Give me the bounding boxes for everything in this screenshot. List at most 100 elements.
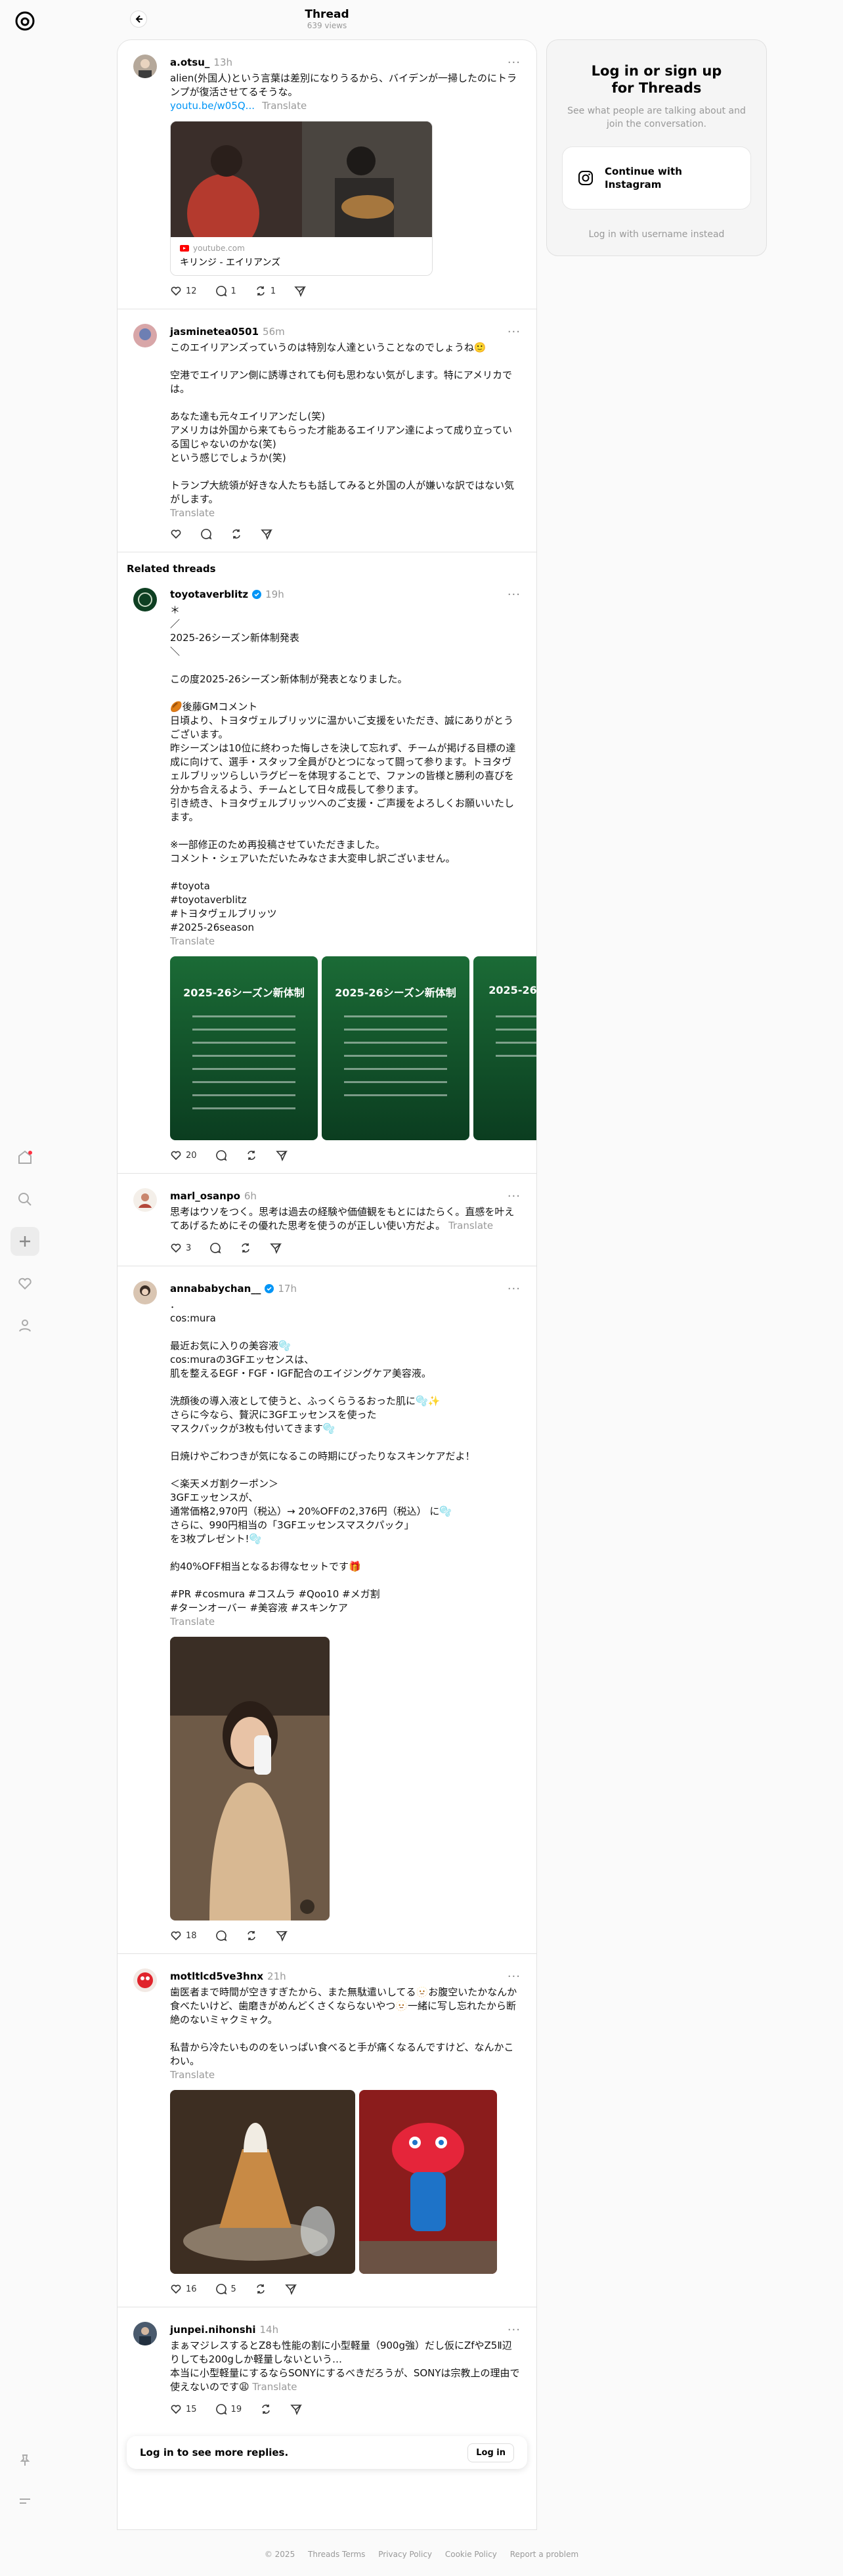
heart-icon [170, 2283, 182, 2295]
like-button[interactable]: 12 [170, 285, 197, 297]
search-icon[interactable] [11, 1185, 39, 1214]
repost-button[interactable]: 1 [255, 285, 276, 297]
avatar[interactable] [133, 1188, 157, 1212]
repost-button[interactable] [246, 1149, 257, 1161]
post-text: このエイリアンズっていうのは特別な人達ということなのでしょうね🙂 空港でエイリア… [170, 342, 515, 505]
translate-link[interactable]: Translate [170, 935, 215, 947]
repost-button[interactable] [246, 1930, 257, 1942]
reply-button[interactable]: 5 [215, 2283, 236, 2295]
timestamp[interactable]: 6h [244, 1190, 257, 1202]
menu-icon[interactable] [11, 2487, 39, 2516]
post-actions: 3 [170, 1241, 521, 1255]
footer-cookie-link[interactable]: Cookie Policy [445, 2550, 497, 2559]
login-username-link[interactable]: Log in with username instead [547, 229, 766, 240]
image-gallery[interactable] [170, 2090, 521, 2274]
avatar[interactable] [133, 2322, 157, 2345]
username[interactable]: motltlcd5ve3hnx [170, 1970, 263, 1982]
more-icon[interactable]: ··· [508, 1970, 521, 1984]
like-button[interactable]: 3 [170, 1242, 191, 1254]
footer-report-link[interactable]: Report a problem [510, 2550, 578, 2559]
reply-button[interactable] [215, 1930, 227, 1942]
share-button[interactable] [290, 2403, 303, 2415]
translate-link[interactable]: Translate [448, 1220, 493, 1232]
slide-title: 2025-26 [488, 984, 537, 996]
gallery-image[interactable]: 2025-26 [473, 956, 537, 1140]
repost-count: 1 [270, 286, 276, 296]
reply-button[interactable] [200, 528, 212, 540]
more-icon[interactable]: ··· [508, 2323, 521, 2337]
username[interactable]: a.otsu_ [170, 56, 209, 68]
footer-privacy-link[interactable]: Privacy Policy [378, 2550, 432, 2559]
continue-with-instagram-button[interactable]: Continue with Instagram [562, 146, 751, 210]
translate-link[interactable]: Translate [170, 1616, 215, 1628]
like-button[interactable]: 18 [170, 1930, 197, 1942]
username[interactable]: annababychan__ [170, 1283, 261, 1295]
profile-icon[interactable] [11, 1311, 39, 1340]
link-card[interactable]: youtube.com キリンジ - エイリアンズ [170, 121, 433, 276]
post-link[interactable]: youtu.be/w05Q... [170, 100, 255, 112]
video-thumbnail[interactable] [170, 1637, 330, 1921]
repost-button[interactable] [230, 528, 242, 540]
like-count: 12 [186, 286, 197, 296]
timestamp[interactable]: 17h [278, 1283, 297, 1295]
avatar[interactable] [133, 324, 157, 347]
pin-icon[interactable] [11, 2446, 39, 2475]
more-icon[interactable]: ··· [508, 325, 521, 339]
footer-terms-link[interactable]: Threads Terms [308, 2550, 365, 2559]
reply-button[interactable] [209, 1242, 221, 1254]
avatar[interactable] [133, 588, 157, 611]
threads-logo-icon[interactable] [13, 9, 37, 33]
repost-icon [255, 285, 267, 297]
like-button[interactable] [170, 528, 182, 540]
share-button[interactable] [261, 528, 272, 540]
share-button[interactable] [285, 2283, 297, 2295]
more-icon[interactable]: ··· [508, 56, 521, 70]
post-text-body: まぁマジレスするとZ8も性能の割に小型軽量（900g強）だし仮にZfやZ5Ⅱ辺り… [170, 2340, 520, 2393]
reply-button[interactable]: 1 [215, 285, 236, 297]
gallery-image[interactable] [170, 2090, 355, 2274]
timestamp[interactable]: 21h [267, 1970, 286, 1982]
more-icon[interactable]: ··· [508, 1189, 521, 1203]
image-gallery[interactable]: 2025-26シーズン新体制 2025-26シーズン新体制 2025-26 [170, 956, 536, 1140]
translate-link[interactable]: Translate [170, 2069, 215, 2081]
avatar[interactable] [133, 1968, 157, 1992]
login-button[interactable]: Log in [467, 2443, 514, 2462]
like-button[interactable]: 15 [170, 2403, 197, 2415]
timestamp[interactable]: 14h [259, 2324, 278, 2336]
reply-button[interactable] [215, 1149, 227, 1161]
post-actions: 16 5 [170, 2282, 521, 2296]
username[interactable]: toyotaverblitz [170, 588, 248, 600]
gallery-image[interactable] [359, 2090, 497, 2274]
gallery-image[interactable]: 2025-26シーズン新体制 [170, 956, 318, 1140]
share-button[interactable] [294, 285, 307, 297]
image-gallery[interactable] [170, 1637, 521, 1921]
repost-button[interactable] [240, 1242, 251, 1254]
avatar[interactable] [133, 55, 157, 78]
create-icon[interactable] [11, 1227, 39, 1256]
timestamp[interactable]: 56m [263, 326, 285, 338]
translate-link[interactable]: Translate [252, 2381, 297, 2393]
more-icon[interactable]: ··· [508, 588, 521, 602]
gallery-image[interactable]: 2025-26シーズン新体制 [322, 956, 469, 1140]
related-threads-title: Related threads [127, 563, 216, 575]
reply-button[interactable]: 19 [215, 2403, 242, 2415]
username[interactable]: junpei.nihonshi [170, 2324, 255, 2336]
translate-link[interactable]: Translate [170, 507, 215, 519]
more-icon[interactable]: ··· [508, 1282, 521, 1296]
timestamp[interactable]: 19h [265, 588, 284, 600]
repost-button[interactable] [260, 2403, 272, 2415]
share-button[interactable] [270, 1242, 282, 1254]
home-icon[interactable] [11, 1143, 39, 1172]
username[interactable]: marl_osanpo [170, 1190, 240, 1202]
repost-button[interactable] [255, 2283, 267, 2295]
heart-icon[interactable] [11, 1269, 39, 1298]
timestamp[interactable]: 13h [213, 56, 232, 68]
reply-count: 19 [230, 2404, 242, 2414]
username[interactable]: jasminetea0501 [170, 326, 259, 338]
share-button[interactable] [275, 1149, 288, 1161]
like-button[interactable]: 16 [170, 2283, 197, 2295]
avatar[interactable] [133, 1281, 157, 1304]
share-button[interactable] [275, 1930, 288, 1942]
like-button[interactable]: 20 [170, 1149, 197, 1161]
translate-link[interactable]: Translate [262, 100, 307, 112]
